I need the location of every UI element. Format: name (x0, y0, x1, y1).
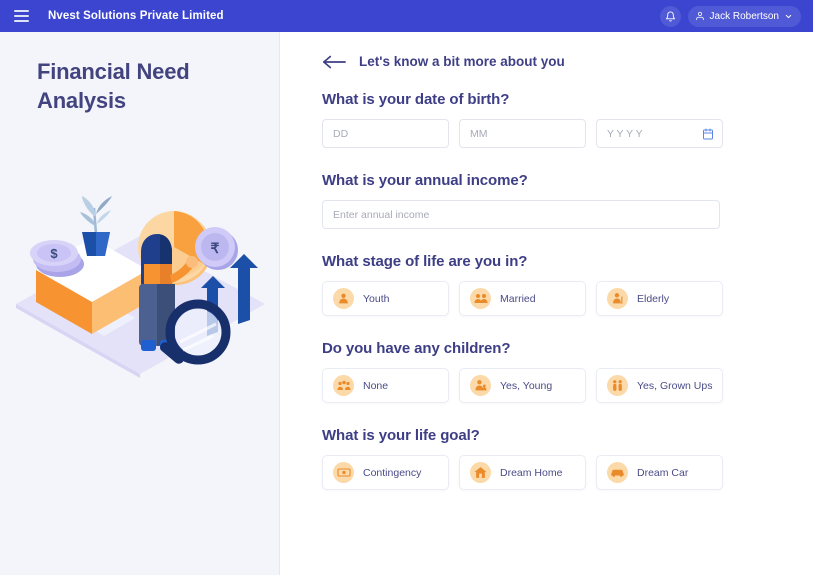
section-children: Do you have any children? None Yes, Youn… (322, 340, 813, 403)
option-elderly[interactable]: Elderly (596, 281, 723, 316)
car-icon (607, 462, 628, 483)
page-body: Financial Need Analysis % $ (0, 32, 813, 575)
option-label: Married (500, 292, 536, 305)
header-actions: Jack Robertson (659, 5, 801, 27)
day-input[interactable] (322, 119, 449, 148)
question-title: What is your life goal? (322, 427, 480, 444)
option-label: Contingency (363, 466, 422, 479)
form-back-header[interactable]: Let's know a bit more about you (322, 54, 565, 69)
option-label: None (363, 379, 389, 392)
month-input[interactable] (459, 119, 586, 148)
top-header-bar: Nvest Solutions Private Limited Jack Rob… (0, 0, 813, 32)
option-contingency[interactable]: Contingency (322, 455, 449, 490)
hamburger-line (13, 20, 29, 22)
option-youth[interactable]: Youth (322, 281, 449, 316)
option-label: Dream Car (637, 466, 689, 479)
stage-of-life-options: Youth Married Elderly (322, 281, 813, 316)
back-arrow-icon[interactable] (322, 55, 346, 69)
section-annual-income: What is your annual income? (322, 172, 813, 229)
person-icon (695, 11, 704, 21)
option-yes-young[interactable]: Yes, Young (459, 368, 586, 403)
user-name-label: Jack Robertson (709, 10, 779, 22)
option-label: Yes, Grown Ups (637, 379, 713, 392)
no-children-icon (333, 375, 354, 396)
hamburger-line (13, 15, 29, 17)
house-icon (470, 462, 491, 483)
married-icon (470, 288, 491, 309)
brand-title: Nvest Solutions Private Limited (48, 10, 224, 22)
form-subtitle: Let's know a bit more about you (359, 54, 565, 69)
option-label: Elderly (637, 292, 670, 305)
bell-icon (665, 11, 675, 22)
question-title: What is your annual income? (322, 172, 528, 189)
youth-icon (333, 288, 354, 309)
option-label: Youth (363, 292, 390, 305)
svg-text:$: $ (50, 246, 58, 261)
option-dream-home[interactable]: Dream Home (459, 455, 586, 490)
hamburger-menu-icon[interactable] (10, 5, 32, 27)
section-stage-of-life: What stage of life are you in? Youth Mar… (322, 253, 813, 316)
section-life-goal: What is your life goal? Contingency Drea… (322, 427, 813, 490)
young-child-icon (470, 375, 491, 396)
financial-analysis-illustration: % $ (16, 196, 265, 378)
question-title: What stage of life are you in? (322, 253, 528, 270)
question-title: What is your date of birth? (322, 91, 510, 108)
date-of-birth-fields (322, 119, 813, 148)
banknote-icon (333, 462, 354, 483)
page-title: Financial Need Analysis (37, 59, 190, 114)
notification-bell-button[interactable] (659, 5, 681, 27)
life-goal-options: Contingency Dream Home Dream Car (322, 455, 813, 490)
chevron-down-icon (785, 14, 792, 18)
option-married[interactable]: Married (459, 281, 586, 316)
svg-text:₹: ₹ (211, 240, 220, 256)
year-input-wrapper (596, 119, 723, 148)
option-label: Yes, Young (500, 379, 553, 392)
grown-children-icon (607, 375, 628, 396)
option-yes-grown-ups[interactable]: Yes, Grown Ups (596, 368, 723, 403)
question-title: Do you have any children? (322, 340, 511, 357)
children-options: None Yes, Young Yes, Grown Ups (322, 368, 813, 403)
left-info-panel: Financial Need Analysis % $ (0, 32, 280, 575)
section-date-of-birth: What is your date of birth? (322, 91, 813, 148)
user-menu-button[interactable]: Jack Robertson (687, 5, 801, 27)
annual-income-input[interactable] (322, 200, 720, 229)
year-input[interactable] (596, 119, 723, 148)
elderly-icon (607, 288, 628, 309)
annual-income-field (322, 200, 813, 229)
hamburger-line (13, 10, 29, 12)
option-none[interactable]: None (322, 368, 449, 403)
questionnaire-form: Let's know a bit more about you What is … (280, 32, 813, 575)
option-label: Dream Home (500, 466, 563, 479)
option-dream-car[interactable]: Dream Car (596, 455, 723, 490)
